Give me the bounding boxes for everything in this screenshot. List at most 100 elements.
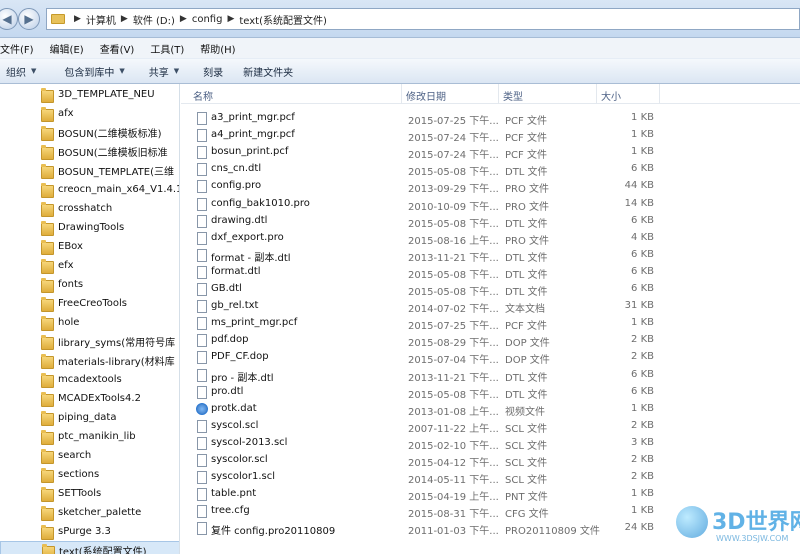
forward-button[interactable]: ▶	[18, 8, 40, 30]
sidebar-folder-item[interactable]: sketcher_palette	[0, 503, 179, 522]
menu-file[interactable]: 文件(F)	[0, 41, 34, 56]
sidebar-folder-label: 3D_TEMPLATE_NEU	[58, 89, 155, 100]
column-date[interactable]: 修改日期	[406, 88, 446, 103]
file-size: 6 KB	[631, 385, 654, 397]
forward-arrow-icon: ▶	[24, 12, 34, 26]
file-row[interactable]: cns_cn.dtl 2015-05-08 下午... DTL 文件 6 KB	[189, 161, 800, 178]
sidebar-folder-item[interactable]: creocn_main_x64_V1.4.1	[0, 180, 179, 199]
file-row[interactable]: ms_print_mgr.pcf 2015-07-25 下午... PCF 文件 1 …	[189, 315, 800, 332]
column-divider[interactable]	[401, 84, 402, 104]
sidebar-folder-item[interactable]: BOSUN(二维模板旧标准	[0, 142, 179, 161]
file-type: DTL 文件	[505, 252, 548, 264]
sidebar-folder-item[interactable]: fonts	[0, 275, 179, 294]
sidebar-folder-item[interactable]: text(系统配置文件)	[0, 541, 179, 554]
file-size: 2 KB	[631, 471, 654, 483]
sidebar-folder-item[interactable]: mcadextools	[0, 370, 179, 389]
sidebar-folder-item[interactable]: afx	[0, 104, 179, 123]
sidebar-folder-item[interactable]: SETTools	[0, 484, 179, 503]
back-arrow-icon: ◀	[2, 12, 12, 26]
file-row[interactable]: config.pro 2013-09-29 下午... PRO 文件 44 KB	[189, 178, 800, 195]
chevron-right-icon[interactable]: ▶	[180, 14, 187, 24]
share-button[interactable]: 共享 ▼	[149, 64, 179, 79]
breadcrumb-text[interactable]: text(系统配置文件)	[239, 12, 327, 27]
file-row[interactable]: a4_print_mgr.pcf 2015-07-24 下午... PCF 文件 1 …	[189, 127, 800, 144]
sidebar-folder-item[interactable]: sections	[0, 465, 179, 484]
column-divider[interactable]	[498, 84, 499, 104]
include-library-button[interactable]: 包含到库中 ▼	[64, 64, 124, 79]
menu-view[interactable]: 查看(V)	[100, 41, 135, 56]
file-row[interactable]: syscol-2013.scl 2015-02-10 下午... SCL 文件 3 K…	[189, 435, 800, 452]
sidebar-folder-item[interactable]: search	[0, 446, 179, 465]
sidebar-folder-label: EBox	[58, 241, 83, 252]
file-row[interactable]: pro.dtl 2015-05-08 下午... DTL 文件 6 KB	[189, 384, 800, 401]
sidebar-folder-item[interactable]: DrawingTools	[0, 218, 179, 237]
file-date: 2015-04-12 下午...	[408, 458, 499, 469]
chevron-right-icon[interactable]: ▶	[227, 14, 234, 24]
folder-icon	[41, 468, 54, 483]
sidebar-folder-item[interactable]: 3D_TEMPLATE_NEU	[0, 85, 179, 104]
file-name: pdf.dop	[211, 334, 249, 346]
sidebar-folder-item[interactable]: library_syms(常用符号库	[0, 332, 179, 351]
column-size[interactable]: 大小	[601, 88, 621, 103]
file-size: 14 KB	[624, 197, 654, 209]
organize-button[interactable]: 组织 ▼	[6, 64, 36, 79]
sidebar-folder-item[interactable]: FreeCreoTools	[0, 294, 179, 313]
column-name[interactable]: 名称	[193, 88, 213, 103]
file-row[interactable]: bosun_print.pcf 2015-07-24 下午... PCF 文件 1 K…	[189, 144, 800, 161]
file-row[interactable]: PDF_CF.dop 2015-07-04 下午... DOP 文件 2 KB	[189, 349, 800, 366]
file-row[interactable]: syscolor1.scl 2014-05-11 下午... SCL 文件 2 KB	[189, 469, 800, 486]
menu-tools[interactable]: 工具(T)	[150, 41, 184, 56]
file-row[interactable]: dxf_export.pro 2015-08-16 上午... PRO 文件 4 KB	[189, 230, 800, 247]
sidebar-folder-item[interactable]: materials-library(材料库	[0, 351, 179, 370]
file-row[interactable]: config_bak1010.pro 2010-10-09 下午... PRO 文件…	[189, 196, 800, 213]
file-name: dxf_export.pro	[211, 231, 284, 243]
burn-button[interactable]: 刻录	[203, 64, 223, 79]
file-name: table.pnt	[211, 488, 257, 500]
address-box[interactable]: ▶ 计算机 ▶ 软件 (D:) ▶ config ▶ text(系统配置文件)	[46, 8, 800, 30]
sidebar-folder-item[interactable]: ptc_manikin_lib	[0, 427, 179, 446]
breadcrumb-drive[interactable]: 软件 (D:)	[133, 12, 175, 27]
sidebar-folder-item[interactable]: sPurge 3.3	[0, 522, 179, 541]
file-size: 1 KB	[631, 317, 654, 329]
sidebar-folder-item[interactable]: hole	[0, 313, 179, 332]
back-button[interactable]: ◀	[0, 8, 18, 30]
file-date: 2015-02-10 下午...	[408, 440, 499, 452]
sidebar-folder-item[interactable]: EBox	[0, 237, 179, 256]
burn-label: 刻录	[203, 67, 224, 79]
file-row[interactable]: a3_print_mgr.pcf 2015-07-25 下午... PCF 文件 1 …	[189, 110, 800, 127]
folder-icon	[41, 164, 54, 179]
sidebar-folder-item[interactable]: BOSUN(二维模板标准)	[0, 123, 179, 142]
file-row[interactable]: syscolor.scl 2015-04-12 下午... SCL 文件 2 KB	[189, 452, 800, 469]
breadcrumb-config[interactable]: config	[192, 14, 223, 25]
column-divider[interactable]	[659, 84, 660, 104]
sidebar-folder-item[interactable]: efx	[0, 256, 179, 275]
column-divider[interactable]	[596, 84, 597, 104]
sidebar-folder-item[interactable]: BOSUN_TEMPLATE(三维	[0, 161, 179, 180]
column-type[interactable]: 类型	[503, 88, 523, 103]
chevron-right-icon[interactable]: ▶	[121, 14, 128, 24]
file-row[interactable]: pdf.dop 2015-08-29 下午... DOP 文件 2 KB	[189, 332, 800, 349]
folder-icon	[41, 449, 54, 464]
menu-help[interactable]: 帮助(H)	[200, 41, 235, 56]
file-row[interactable]: syscol.scl 2007-11-22 上午... SCL 文件 2 KB	[189, 418, 800, 435]
sidebar-folder-item[interactable]: piping_data	[0, 408, 179, 427]
chevron-right-icon[interactable]: ▶	[74, 14, 81, 24]
folder-icon	[41, 335, 54, 350]
new-folder-button[interactable]: 新建文件夹	[243, 64, 293, 79]
sidebar-folder-item[interactable]: MCADExTools4.2	[0, 389, 179, 408]
file-size: 6 KB	[631, 163, 654, 175]
file-row[interactable]: format - 副本.dtl 2013-11-21 下午... DTL 文件 6 K…	[189, 247, 800, 264]
file-row[interactable]: protk.dat 2013-01-08 上午... 视频文件 1 KB	[189, 401, 800, 418]
file-row[interactable]: format.dtl 2015-05-08 下午... DTL 文件 6 KB	[189, 264, 800, 281]
file-row[interactable]: GB.dtl 2015-05-08 下午... DTL 文件 6 KB	[189, 281, 800, 298]
breadcrumb-computer[interactable]: 计算机	[86, 12, 116, 27]
file-row[interactable]: drawing.dtl 2015-05-08 下午... DTL 文件 6 KB	[189, 213, 800, 230]
sidebar-folder-item[interactable]: crosshatch	[0, 199, 179, 218]
file-size: 24 KB	[624, 522, 654, 534]
file-size: 2 KB	[631, 351, 654, 363]
menu-edit[interactable]: 编辑(E)	[50, 41, 84, 56]
file-row[interactable]: pro - 副本.dtl 2013-11-21 下午... DTL 文件 6 KB	[189, 367, 800, 384]
file-row[interactable]: gb_rel.txt 2014-07-02 下午... 文本文档 31 KB	[189, 298, 800, 315]
organize-label: 组织	[6, 67, 26, 79]
sidebar-folder-label: text(系统配置文件)	[59, 547, 147, 554]
